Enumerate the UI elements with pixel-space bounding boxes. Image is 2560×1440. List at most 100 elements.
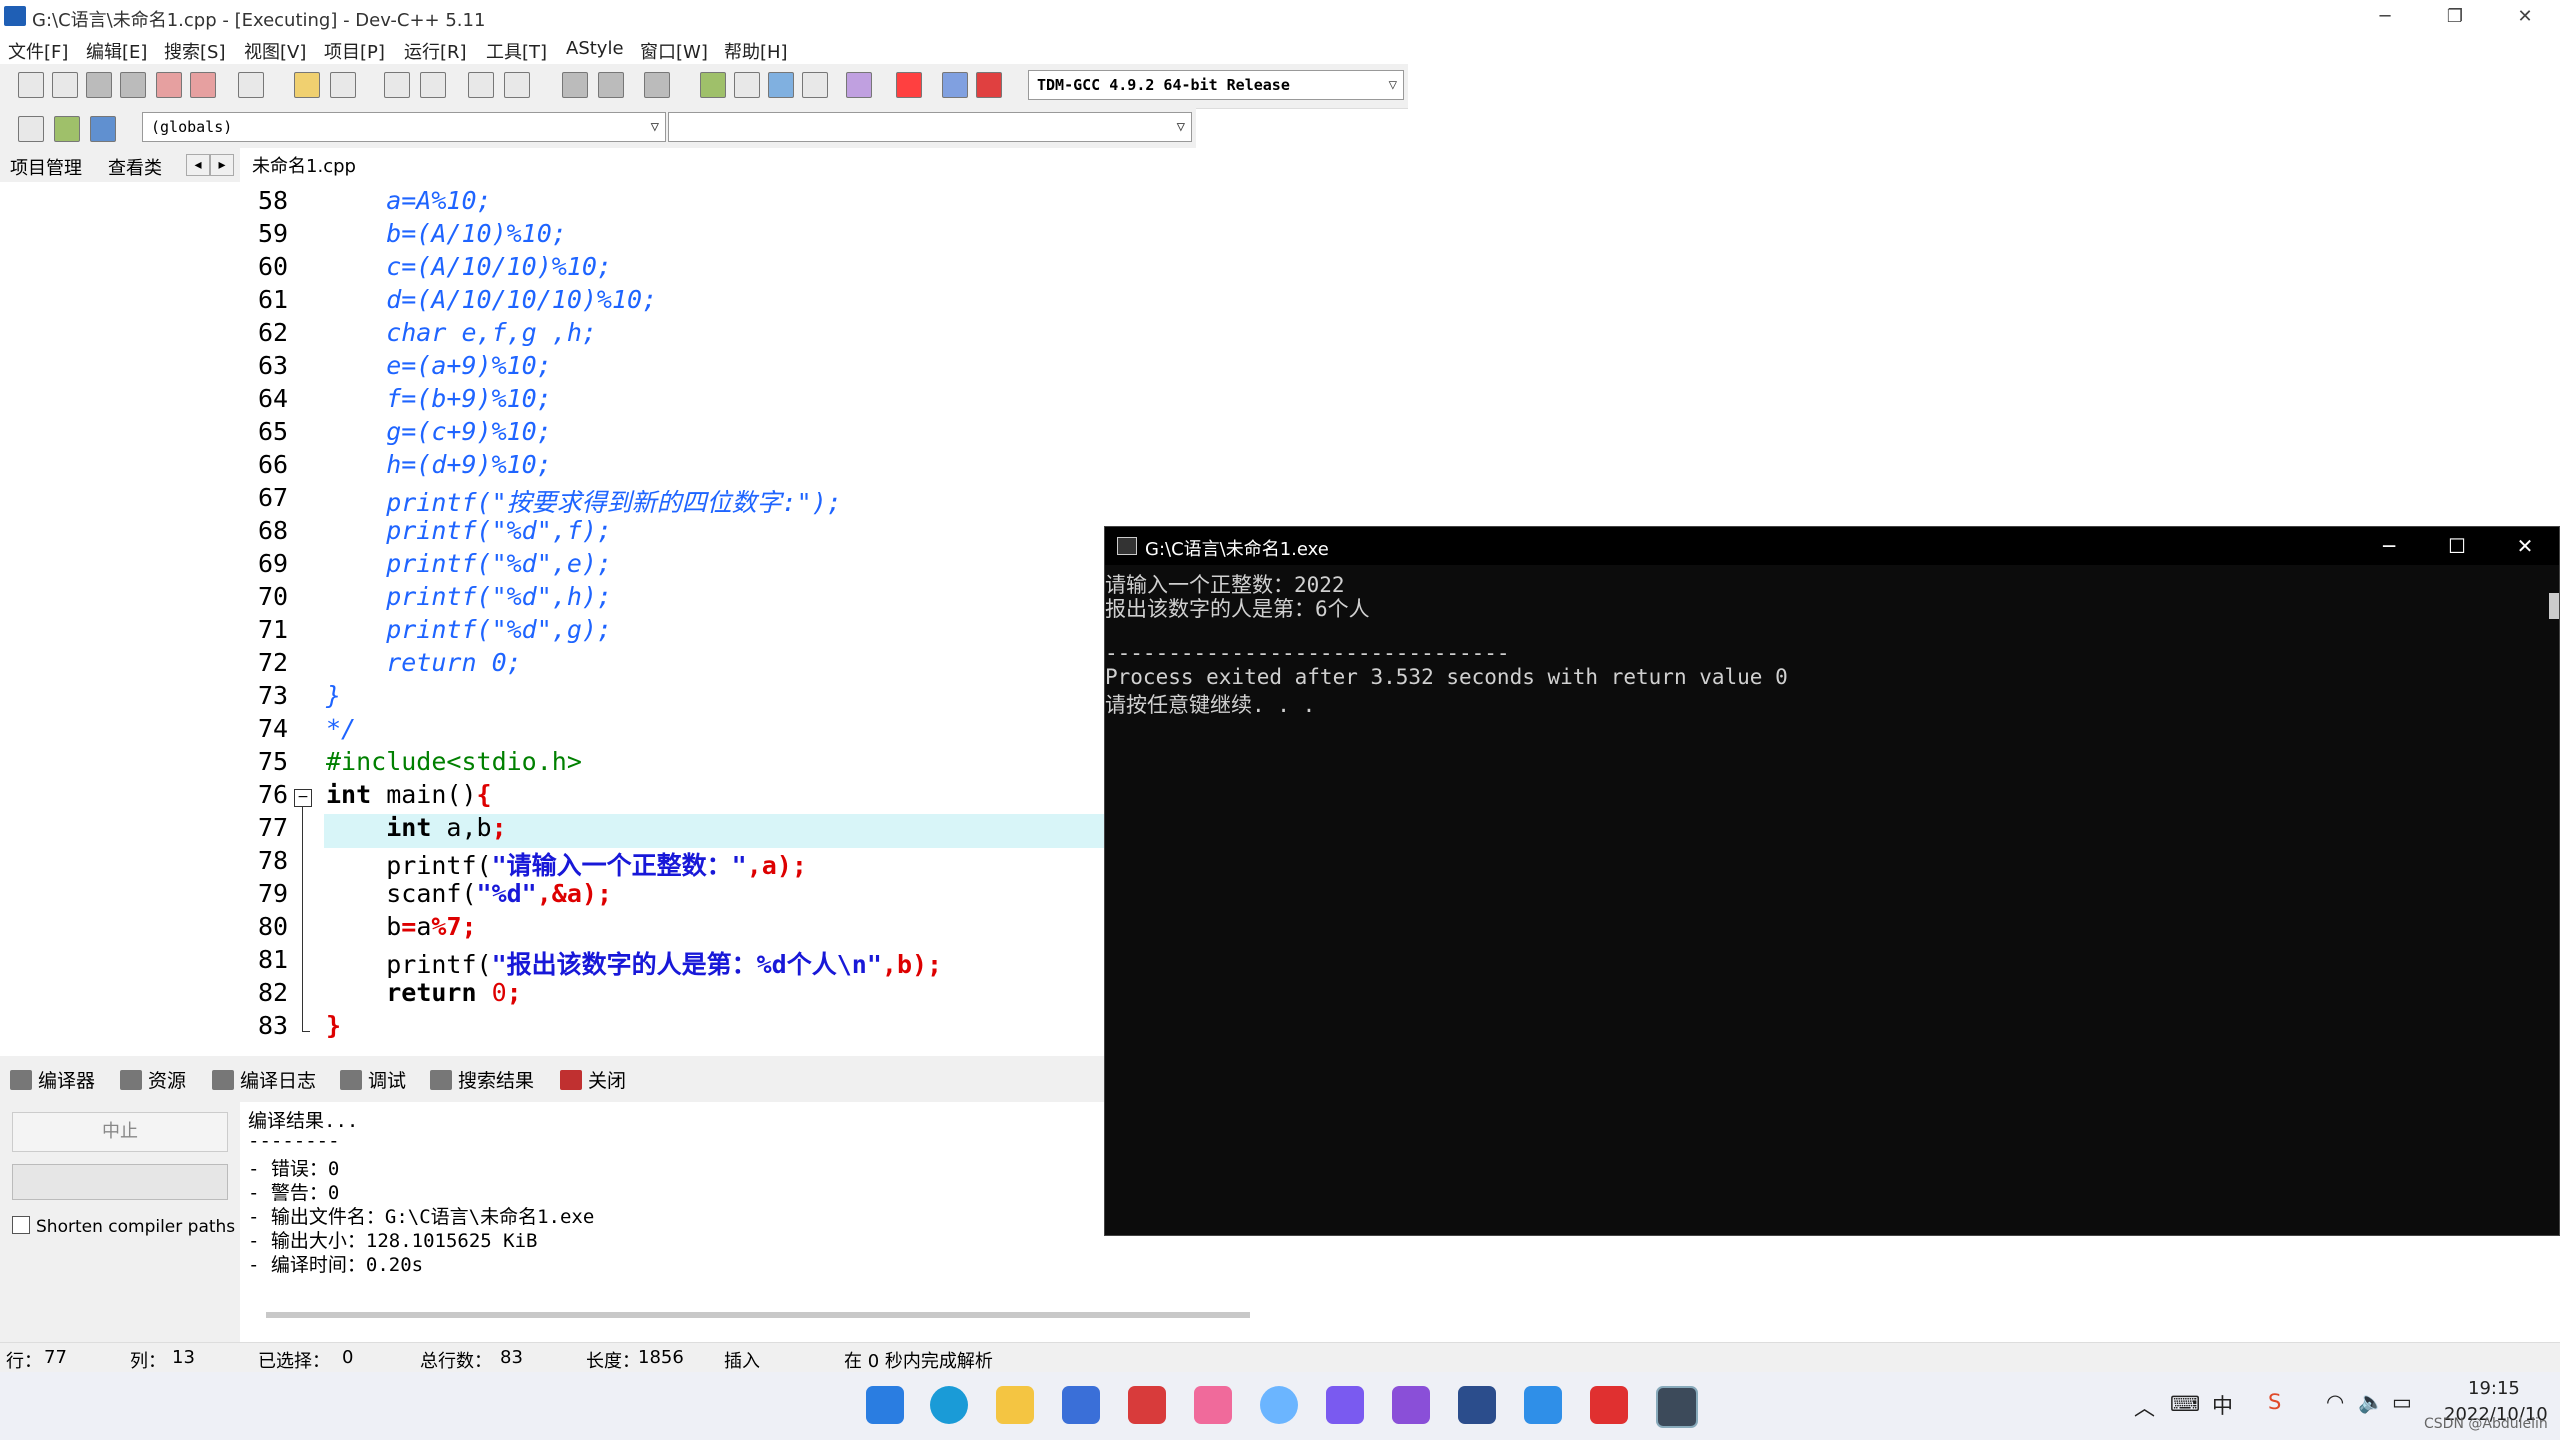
console-maximize-button[interactable]: ☐ xyxy=(2423,527,2491,565)
mountain-app-icon[interactable] xyxy=(1326,1386,1364,1424)
file-tab[interactable]: 未命名1.cpp xyxy=(244,148,364,184)
tab-label: 资源 xyxy=(148,1070,187,1092)
line-number: 63 xyxy=(258,351,289,380)
tab-scroll-left-icon[interactable]: ◂ xyxy=(186,154,210,176)
restore-button[interactable]: ❐ xyxy=(2420,0,2490,34)
find-icon[interactable] xyxy=(384,72,410,98)
log-horizontal-scrollbar[interactable] xyxy=(266,1312,1250,1318)
insert-icon[interactable] xyxy=(18,116,44,142)
visual-studio-icon[interactable] xyxy=(1392,1386,1430,1424)
menu-tools[interactable]: 工具[T] xyxy=(486,38,547,64)
open-file-icon[interactable] xyxy=(52,72,78,98)
keyboard-icon[interactable]: ⌨ xyxy=(2170,1392,2200,1416)
code-line-77: int a,b; xyxy=(326,813,506,842)
status-mode: 插入 xyxy=(724,1351,760,1372)
devcpp-taskbar-icon[interactable] xyxy=(1458,1386,1496,1424)
edge-browser-icon[interactable] xyxy=(930,1386,968,1424)
close-button[interactable]: ✕ xyxy=(2490,0,2560,34)
volume-icon[interactable]: 🔈 xyxy=(2358,1390,2384,1415)
checkbox-box[interactable] xyxy=(12,1216,30,1234)
console-close-button[interactable]: ✕ xyxy=(2491,527,2559,565)
minimize-button[interactable]: ─ xyxy=(2350,0,2420,34)
tab-scroll-right-icon[interactable]: ▸ xyxy=(210,154,234,176)
baidu-netdisk-icon[interactable] xyxy=(1260,1386,1298,1424)
fold-collapse-icon[interactable]: − xyxy=(294,789,312,807)
replace-icon[interactable] xyxy=(420,72,446,98)
stop-execution-icon[interactable] xyxy=(896,72,922,98)
red-app-icon[interactable] xyxy=(1128,1386,1166,1424)
battery-icon[interactable]: ▭ xyxy=(2392,1390,2412,1414)
code-token: ,b); xyxy=(881,950,943,979)
line-number: 72 xyxy=(258,648,289,677)
menu-project[interactable]: 项目[P] xyxy=(324,38,385,64)
clock-time[interactable]: 19:15 xyxy=(2468,1378,2520,1399)
menu-window[interactable]: 窗口[W] xyxy=(640,38,708,64)
tab-compile-log[interactable]: 编译日志 xyxy=(212,1066,316,1093)
profile-icon[interactable] xyxy=(942,72,968,98)
save-icon[interactable] xyxy=(86,72,112,98)
chevron-up-icon[interactable]: ︿ xyxy=(2134,1392,2155,1422)
microsoft-store-icon[interactable] xyxy=(1062,1386,1100,1424)
compiler-select[interactable]: TDM-GCC 4.9.2 64-bit Release ▽ xyxy=(1028,70,1404,100)
indent-icon[interactable] xyxy=(504,72,530,98)
wps-office-icon[interactable] xyxy=(1590,1386,1628,1424)
new-file-icon[interactable] xyxy=(18,72,44,98)
line-number: 70 xyxy=(258,582,289,611)
tab-resources[interactable]: 资源 xyxy=(120,1066,186,1093)
check-syntax-icon[interactable] xyxy=(846,72,872,98)
class-toolbar: (globals) ▽ ▽ xyxy=(0,108,1196,148)
menu-edit[interactable]: 编辑[E] xyxy=(86,38,147,64)
back-icon[interactable] xyxy=(562,72,588,98)
print-icon[interactable] xyxy=(238,72,264,98)
code-line-76: int main(){ xyxy=(326,780,492,809)
compile-run-icon[interactable] xyxy=(768,72,794,98)
abort-button[interactable]: 中止 xyxy=(12,1112,228,1152)
notepad-icon[interactable] xyxy=(1524,1386,1562,1424)
tab-close[interactable]: 关闭 xyxy=(560,1066,626,1093)
close-all-icon[interactable] xyxy=(190,72,216,98)
run-icon[interactable] xyxy=(734,72,760,98)
bookmark-icon[interactable] xyxy=(644,72,670,98)
menu-run[interactable]: 运行[R] xyxy=(404,38,467,64)
console-scrollbar[interactable] xyxy=(2549,593,2559,619)
menu-help[interactable]: 帮助[H] xyxy=(724,38,788,64)
redo-icon[interactable] xyxy=(330,72,356,98)
scope-select[interactable]: (globals) ▽ xyxy=(142,112,666,142)
tab-search-results[interactable]: 搜索结果 xyxy=(430,1066,534,1093)
close-file-icon[interactable] xyxy=(156,72,182,98)
compile-icon[interactable] xyxy=(700,72,726,98)
menu-search[interactable]: 搜索[S] xyxy=(164,38,225,64)
save-all-icon[interactable] xyxy=(120,72,146,98)
start-icon[interactable] xyxy=(866,1386,904,1424)
file-explorer-icon[interactable] xyxy=(996,1386,1034,1424)
status-len-label: 长度： xyxy=(586,1351,640,1372)
log-line: - 编译时间：0.20s xyxy=(248,1254,424,1276)
ime-indicator[interactable]: 中 xyxy=(2212,1390,2233,1420)
console-minimize-button[interactable]: ─ xyxy=(2355,527,2423,565)
symbol-select[interactable]: ▽ xyxy=(668,112,1192,142)
goto-line-icon[interactable] xyxy=(468,72,494,98)
menu-file[interactable]: 文件[F] xyxy=(8,38,68,64)
wifi-icon[interactable]: ◠ xyxy=(2326,1390,2344,1414)
tab-debug[interactable]: 调试 xyxy=(340,1066,406,1093)
compile-progress-bar xyxy=(12,1164,228,1200)
undo-icon[interactable] xyxy=(294,72,320,98)
goto-icon[interactable] xyxy=(90,116,116,142)
compiler-select-value: TDM-GCC 4.9.2 64-bit Release xyxy=(1037,76,1290,94)
toggle-icon[interactable] xyxy=(54,116,80,142)
tab-compiler[interactable]: 编译器 xyxy=(10,1066,95,1093)
console-taskbar-icon[interactable] xyxy=(1656,1386,1698,1428)
console-window[interactable]: G:\C语言\未命名1.exe ─ ☐ ✕ 请输入一个正整数：2022 报出该数… xyxy=(1104,526,2560,1236)
debug-icon[interactable] xyxy=(976,72,1002,98)
tab-project[interactable]: 项目管理 xyxy=(10,154,82,180)
shorten-paths-checkbox[interactable]: Shorten compiler paths xyxy=(12,1216,235,1237)
menu-view[interactable]: 视图[V] xyxy=(244,38,306,64)
tab-classes[interactable]: 查看类 xyxy=(108,154,162,180)
forward-icon[interactable] xyxy=(598,72,624,98)
rebuild-icon[interactable] xyxy=(802,72,828,98)
code-line-62: char e,f,g ,h; xyxy=(326,318,597,347)
sogou-input-icon[interactable]: S xyxy=(2268,1390,2281,1414)
menu-astyle[interactable]: AStyle xyxy=(566,38,624,59)
line-number: 59 xyxy=(258,219,289,248)
bilibili-icon[interactable] xyxy=(1194,1386,1232,1424)
